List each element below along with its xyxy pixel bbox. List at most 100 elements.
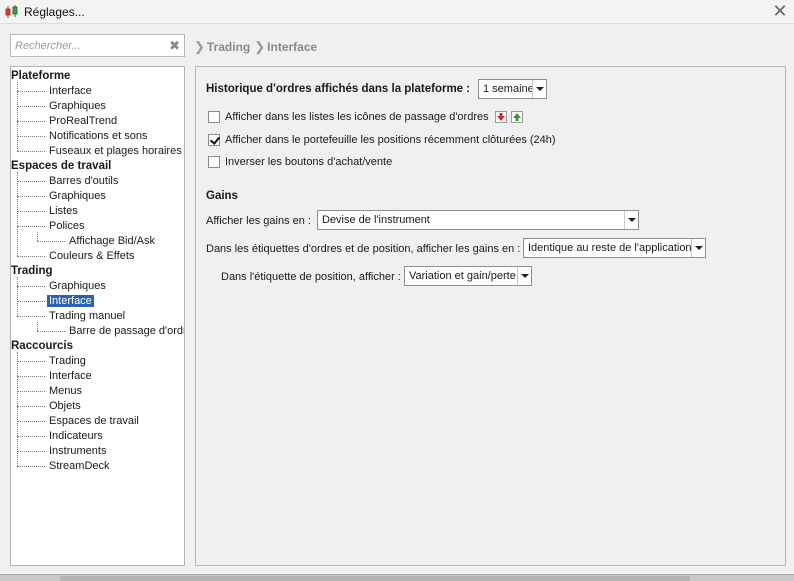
tree-item-fuseaux[interactable]: Fuseaux et plages horaires — [47, 144, 184, 158]
tree-item-label: Interface — [49, 370, 92, 382]
tree-connector — [17, 391, 45, 392]
candlestick-icon — [5, 5, 18, 18]
tree-item-couleurs-effets[interactable]: Couleurs & Effets — [47, 249, 136, 263]
breadcrumb-separator-icon: ❯ — [254, 39, 266, 54]
tree-connector — [17, 121, 45, 122]
tree-connector — [17, 136, 45, 137]
tree-item-indicateurs[interactable]: Indicateurs — [47, 429, 105, 443]
tree-item-barre-passage-ordres[interactable]: Barre de passage d'ordres — [67, 324, 184, 338]
closed-positions-label: Afficher dans le portefeuille les positi… — [225, 134, 556, 146]
breadcrumb-item-trading[interactable]: Trading — [207, 40, 250, 54]
gains-display-label: Afficher les gains en : — [206, 215, 311, 227]
tree-item-label: Instruments — [49, 445, 107, 457]
checkbox-row-invert-buttons: Inverser les boutons d'achat/vente — [208, 156, 392, 168]
tree-item-espaces-graphiques[interactable]: Graphiques — [47, 189, 108, 203]
tree-item-plateforme-interface[interactable]: Interface — [47, 84, 94, 98]
tree-item-plateforme-graphiques[interactable]: Graphiques — [47, 99, 108, 113]
tree-connector — [37, 331, 65, 332]
tree-item-streamdeck[interactable]: StreamDeck — [47, 459, 112, 473]
tree-cat-espaces-de-travail[interactable]: Espaces de travail — [11, 159, 113, 173]
closed-positions-checkbox[interactable] — [208, 134, 220, 146]
position-label-label: Dans l'étiquette de position, afficher : — [221, 271, 401, 283]
tree-connector — [17, 451, 45, 452]
tree-cat-raccourcis[interactable]: Raccourcis — [11, 339, 75, 353]
position-label-select[interactable]: Variation et gain/perte — [404, 266, 532, 286]
tree-connector — [17, 466, 45, 467]
tree-item-listes[interactable]: Listes — [47, 204, 80, 218]
search-input[interactable] — [11, 35, 161, 56]
horizontal-scrollbar[interactable] — [60, 576, 690, 581]
tree-connector — [17, 226, 45, 227]
tree-item-label: Menus — [49, 385, 83, 397]
tree-item-label: Notifications et sons — [49, 130, 148, 142]
tree-item-affichage-bid-ask[interactable]: Affichage Bid/Ask — [67, 234, 157, 248]
tree-item-label: Polices — [49, 220, 85, 232]
invert-buttons-label: Inverser les boutons d'achat/vente — [225, 156, 393, 168]
tree-item-notifications[interactable]: Notifications et sons — [47, 129, 149, 143]
tree-item-prorealtrend[interactable]: ProRealTrend — [47, 114, 119, 128]
tree-item-trading-manuel[interactable]: Trading manuel — [47, 309, 127, 323]
tree-item-trading-graphiques[interactable]: Graphiques — [47, 279, 108, 293]
tree-connector — [17, 301, 45, 302]
title-bar: Réglages... ✕ — [0, 0, 794, 24]
tree-connector — [17, 151, 45, 152]
tree-item-label: Listes — [49, 205, 78, 217]
tree-item-label: Barres d'outils — [49, 175, 119, 187]
tree-item-label: Affichage Bid/Ask — [69, 235, 156, 247]
tree-connector — [17, 376, 45, 377]
tree-connector — [17, 286, 45, 287]
tree-item-label: Plateforme — [11, 70, 71, 82]
tree-item-label: Graphiques — [49, 190, 106, 202]
tree-item-label: Graphiques — [49, 280, 106, 292]
tree-connector — [37, 241, 65, 242]
chevron-down-icon — [691, 239, 705, 257]
tree-item-trading-interface[interactable]: Interface — [47, 294, 94, 308]
tree-connector — [17, 256, 45, 257]
tree-item-raccourcis-interface[interactable]: Interface — [47, 369, 94, 383]
chevron-down-icon — [517, 267, 531, 285]
tree-item-label: Interface — [49, 85, 92, 97]
labels-gains-value: Identique au reste de l'application — [528, 242, 692, 254]
history-label: Historique d'ordres affichés dans la pla… — [206, 83, 471, 95]
tree-item-raccourcis-espaces[interactable]: Espaces de travail — [47, 414, 141, 428]
tree-item-instruments[interactable]: Instruments — [47, 444, 108, 458]
close-icon[interactable]: ✕ — [772, 1, 787, 21]
breadcrumb: ❯ Trading ❯ Interface — [194, 39, 321, 55]
gains-currency-select[interactable]: Devise de l'instrument — [317, 210, 639, 230]
tree-connector — [17, 211, 45, 212]
gains-section-title: Gains — [206, 190, 238, 202]
tree-item-polices[interactable]: Polices — [47, 219, 86, 233]
tree-connector — [17, 406, 45, 407]
checkbox-row-closed-positions: Afficher dans le portefeuille les positi… — [208, 134, 556, 146]
tree-item-label: Graphiques — [49, 100, 106, 112]
labels-gains-select[interactable]: Identique au reste de l'application — [523, 238, 706, 258]
tree-connector — [17, 421, 45, 422]
breadcrumb-item-interface[interactable]: Interface — [267, 40, 317, 54]
settings-tree: Plateforme Interface Graphiques ProRealTren… — [10, 66, 185, 566]
tree-cat-plateforme[interactable]: Plateforme — [11, 69, 72, 83]
tree-cat-trading[interactable]: Trading — [11, 264, 55, 278]
position-label-value: Variation et gain/perte — [409, 270, 516, 282]
tree-connector — [17, 361, 45, 362]
tree-item-menus[interactable]: Menus — [47, 384, 84, 398]
search-box: ✖ — [10, 34, 185, 57]
labels-gains-label: Dans les étiquettes d'ordres et de posit… — [206, 243, 521, 255]
order-icons-checkbox[interactable] — [208, 111, 220, 123]
tree-item-label: StreamDeck — [49, 460, 110, 472]
tree-connector — [17, 316, 45, 317]
tree-connector — [17, 352, 18, 466]
tree-connector — [17, 181, 45, 182]
tree-item-label: Espaces de travail — [11, 160, 112, 172]
history-period-select[interactable]: 1 semaine — [478, 79, 547, 99]
tree-item-barres-outils[interactable]: Barres d'outils — [47, 174, 120, 188]
clear-search-icon[interactable]: ✖ — [169, 37, 180, 54]
tree-item-label: Fuseaux et plages horaires — [49, 145, 182, 157]
tree-item-objets[interactable]: Objets — [47, 399, 83, 413]
close-button[interactable]: ✕ — [770, 1, 790, 21]
tree-connector — [17, 106, 45, 107]
bottom-scroll-area — [0, 574, 794, 581]
tree-connector — [17, 277, 18, 316]
tree-item-raccourcis-trading[interactable]: Trading — [47, 354, 88, 368]
tree-connector — [17, 436, 45, 437]
invert-buttons-checkbox[interactable] — [208, 156, 220, 168]
